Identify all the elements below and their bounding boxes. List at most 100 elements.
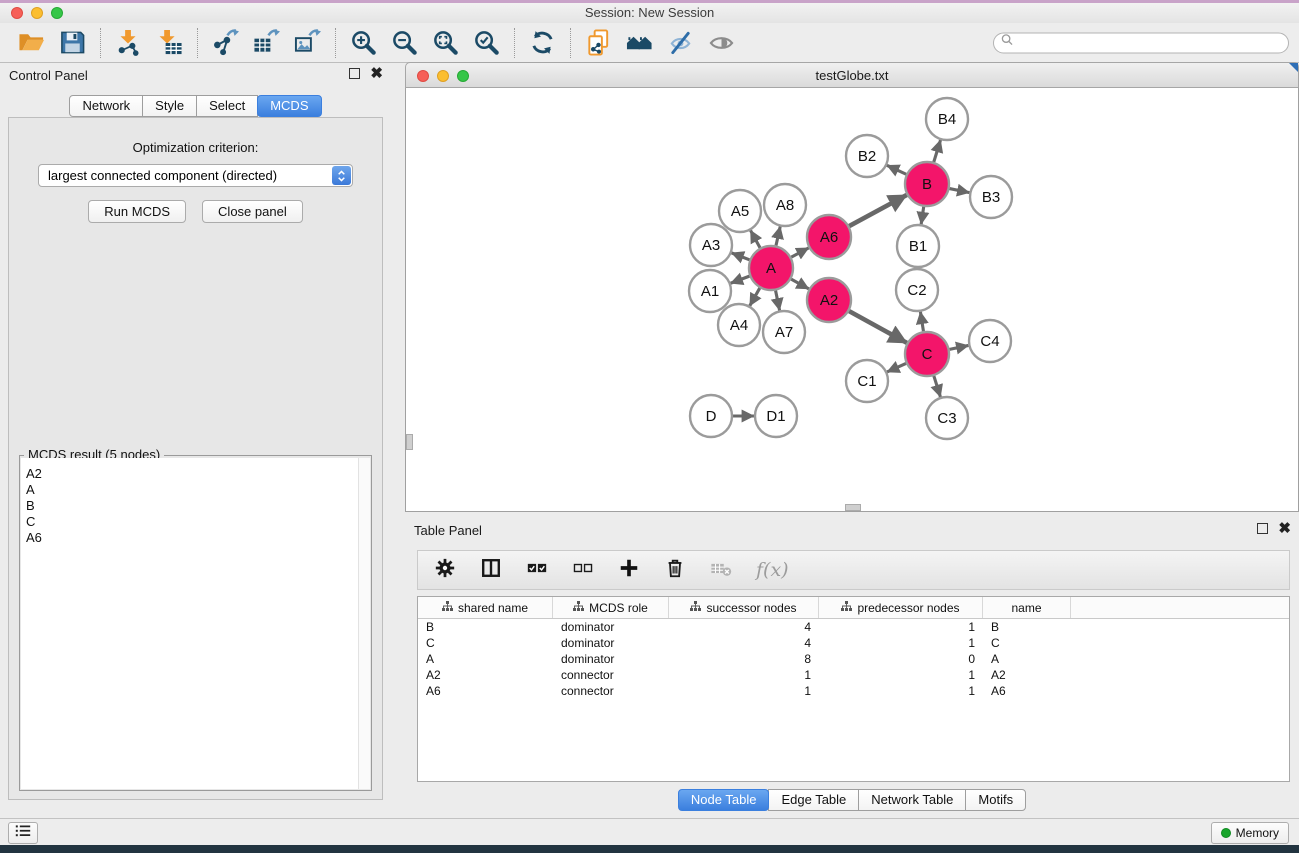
export-network-button[interactable] (209, 26, 242, 59)
zoom-button[interactable] (51, 7, 63, 19)
save-session-button[interactable] (56, 26, 89, 59)
close-panel-button[interactable]: Close panel (202, 200, 303, 223)
graph-edge-A-A3[interactable] (732, 253, 750, 260)
tab-select[interactable]: Select (196, 95, 258, 117)
graph-edge-A-A8[interactable] (776, 226, 780, 245)
result-list-item[interactable]: A2 (26, 466, 370, 482)
table-cell-name[interactable]: C (983, 635, 1071, 651)
canvas-left-grip[interactable] (406, 434, 413, 450)
graph-edge-C-C3[interactable] (934, 376, 941, 397)
tab-node-table[interactable]: Node Table (678, 789, 770, 811)
table-cell-name[interactable]: A2 (983, 667, 1071, 683)
graph-edge-A-A7[interactable] (776, 291, 780, 311)
table-cell-predecessor-nodes[interactable]: 1 (819, 683, 983, 699)
table-row-C[interactable]: Cdominator41C (418, 635, 1289, 651)
export-image-button[interactable] (291, 26, 324, 59)
show-panels-button[interactable] (8, 822, 38, 844)
select-all-columns-button[interactable] (526, 557, 548, 584)
create-column-button[interactable] (618, 557, 640, 584)
close-panel-icon[interactable]: ✖ (370, 68, 383, 79)
minimize-button[interactable] (31, 7, 43, 19)
search-box[interactable] (993, 32, 1289, 53)
table-cell-successor-nodes[interactable]: 8 (669, 651, 819, 667)
run-mcds-button[interactable]: Run MCDS (88, 200, 186, 223)
table-row-A2[interactable]: A2connector11A2 (418, 667, 1289, 683)
table-cell-mcds-role[interactable]: connector (553, 667, 669, 683)
open-session-button[interactable] (15, 26, 48, 59)
graph-edge-B-B2[interactable] (887, 165, 906, 174)
network-close-button[interactable] (417, 70, 429, 82)
split-panel-button[interactable] (480, 557, 502, 584)
network-zoom-button[interactable] (457, 70, 469, 82)
table-cell-shared-name[interactable]: A2 (418, 667, 553, 683)
table-cell-name[interactable]: A6 (983, 683, 1071, 699)
table-cell-mcds-role[interactable]: dominator (553, 651, 669, 667)
graph-edge-A-A1[interactable] (731, 276, 750, 283)
export-table-button[interactable] (250, 26, 283, 59)
graph-edge-A-A5[interactable] (751, 230, 761, 247)
import-network-button[interactable] (112, 26, 145, 59)
unselect-all-columns-button[interactable] (572, 557, 594, 584)
graph-edge-B-B4[interactable] (934, 140, 941, 162)
graph-edge-A2-C[interactable] (849, 311, 907, 343)
zoom-fit-button[interactable] (429, 26, 462, 59)
table-cell-name[interactable]: A (983, 651, 1071, 667)
memory-button[interactable]: Memory (1211, 822, 1289, 844)
result-list-item[interactable]: A (26, 482, 370, 498)
graph-edge-C-C1[interactable] (887, 363, 906, 372)
result-scrollbar[interactable] (358, 458, 370, 789)
graph-edge-B-B3[interactable] (950, 189, 970, 193)
table-row-A[interactable]: Adominator80A (418, 651, 1289, 667)
table-cell-shared-name[interactable]: A (418, 651, 553, 667)
table-cell-mcds-role[interactable]: dominator (553, 635, 669, 651)
tab-motifs[interactable]: Motifs (965, 789, 1026, 811)
refresh-layout-button[interactable] (526, 26, 559, 59)
graph-edge-A-A2[interactable] (791, 279, 809, 289)
zoom-in-button[interactable] (347, 26, 380, 59)
table-cell-mcds-role[interactable]: dominator (553, 619, 669, 635)
table-cell-successor-nodes[interactable]: 1 (669, 667, 819, 683)
column-header-mcds-role[interactable]: MCDS role (553, 597, 669, 618)
import-table-button[interactable] (153, 26, 186, 59)
delete-columns-button[interactable] (664, 557, 686, 584)
network-minimize-button[interactable] (437, 70, 449, 82)
table-cell-mcds-role[interactable]: connector (553, 683, 669, 699)
result-list-item[interactable]: A6 (26, 530, 370, 546)
column-header-name[interactable]: name (983, 597, 1071, 618)
result-list-item[interactable]: C (26, 514, 370, 530)
close-table-panel-icon[interactable]: ✖ (1278, 523, 1291, 534)
table-cell-successor-nodes[interactable]: 1 (669, 683, 819, 699)
float-panel-icon[interactable] (349, 68, 360, 79)
hide-graphics-details-button[interactable] (664, 26, 697, 59)
tab-mcds[interactable]: MCDS (257, 95, 321, 117)
table-cell-shared-name[interactable]: A6 (418, 683, 553, 699)
show-graphics-details-button[interactable] (705, 26, 738, 59)
optimization-select[interactable]: largest connected component (directed) (38, 164, 353, 187)
graph-edge-A6-B[interactable] (849, 195, 907, 226)
graph-edge-A-A4[interactable] (750, 288, 760, 306)
table-row-A6[interactable]: A6connector11A6 (418, 683, 1289, 699)
table-cell-successor-nodes[interactable]: 4 (669, 619, 819, 635)
search-input[interactable] (1019, 35, 1281, 51)
table-cell-shared-name[interactable]: B (418, 619, 553, 635)
table-settings-button[interactable] (434, 557, 456, 584)
table-cell-predecessor-nodes[interactable]: 1 (819, 635, 983, 651)
float-table-panel-icon[interactable] (1257, 523, 1268, 534)
table-cell-predecessor-nodes[interactable]: 1 (819, 619, 983, 635)
column-header-successor-nodes[interactable]: successor nodes (669, 597, 819, 618)
zoom-out-button[interactable] (388, 26, 421, 59)
canvas-bottom-grip[interactable] (845, 504, 861, 511)
tab-style[interactable]: Style (142, 95, 197, 117)
table-cell-predecessor-nodes[interactable]: 1 (819, 667, 983, 683)
tab-edge-table[interactable]: Edge Table (768, 789, 859, 811)
home-view-button[interactable] (623, 26, 656, 59)
graph-edge-C-C4[interactable] (950, 345, 969, 349)
table-cell-name[interactable]: B (983, 619, 1071, 635)
column-header-shared-name[interactable]: shared name (418, 597, 553, 618)
table-cell-shared-name[interactable]: C (418, 635, 553, 651)
table-cell-successor-nodes[interactable]: 4 (669, 635, 819, 651)
close-button[interactable] (11, 7, 23, 19)
table-row-B[interactable]: Bdominator41B (418, 619, 1289, 635)
duplicate-network-button[interactable] (582, 26, 615, 59)
graph-edge-B-B1[interactable] (921, 207, 924, 224)
